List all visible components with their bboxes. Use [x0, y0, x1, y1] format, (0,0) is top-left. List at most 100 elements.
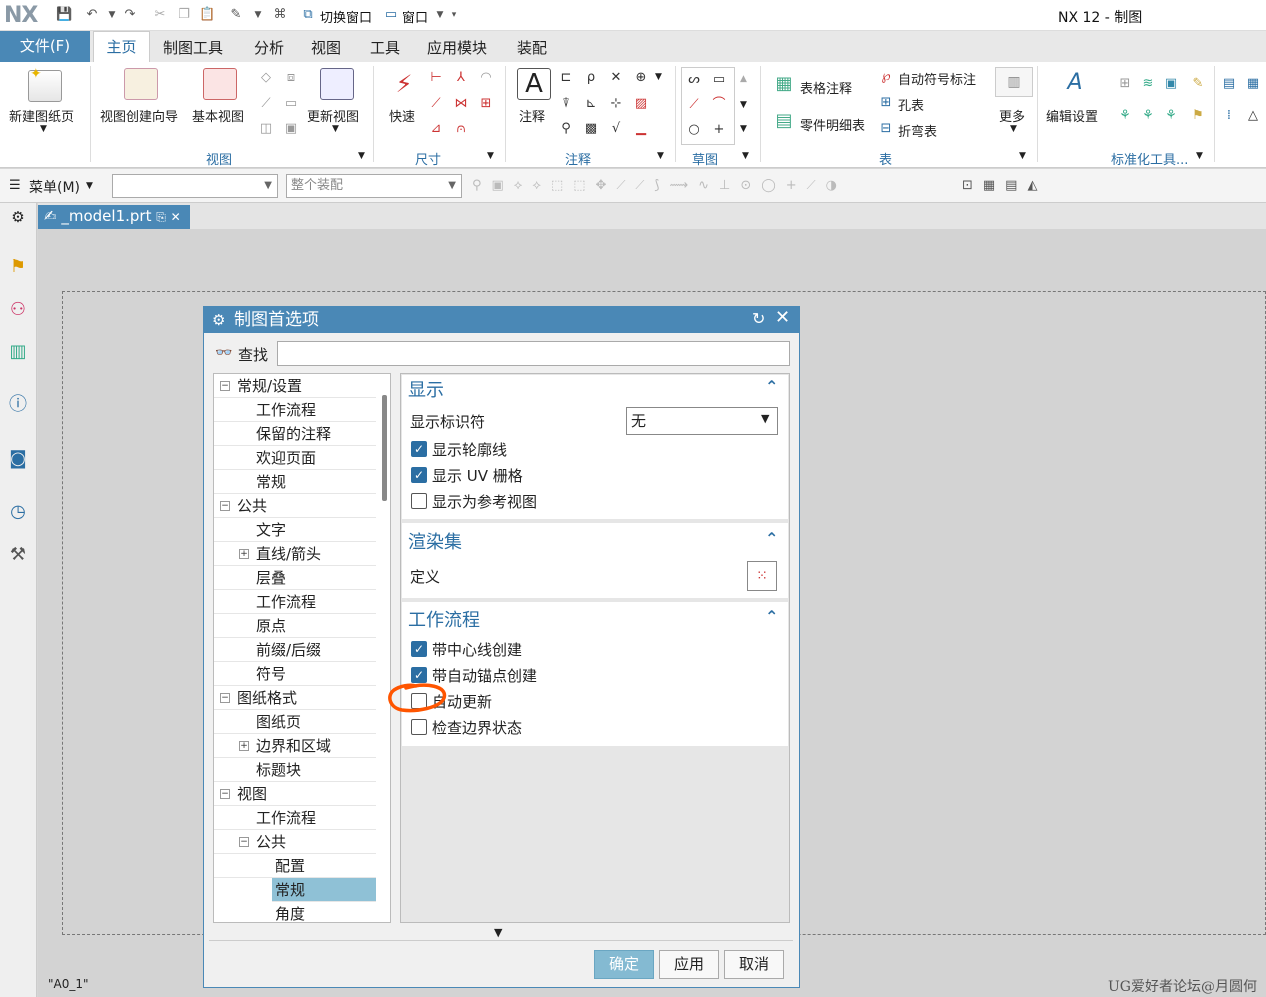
update-view-button[interactable]: 更新视图: [307, 106, 359, 125]
chevron-down-icon[interactable]: ▼: [40, 124, 47, 134]
parts-list-button[interactable]: 零件明细表: [800, 115, 865, 134]
show-silhouette-checkbox[interactable]: ✓: [411, 441, 427, 457]
tree-item[interactable]: 图纸页: [214, 710, 376, 734]
tree-item[interactable]: 工作流程: [214, 806, 376, 830]
view-break-icon[interactable]: ◫: [258, 121, 274, 137]
tree-scrollbar[interactable]: [382, 395, 387, 501]
window-icon[interactable]: ▭: [383, 7, 399, 23]
base-view-icon[interactable]: [203, 68, 237, 100]
extra-tool-3-icon[interactable]: ⁞: [1221, 108, 1237, 124]
collapse-icon[interactable]: −: [220, 789, 230, 799]
workflow-section-title[interactable]: 工作流程: [408, 606, 480, 632]
break-view-icon[interactable]: ▭: [283, 96, 299, 112]
expand-more-icon[interactable]: ▼: [494, 926, 502, 939]
show-uv-grid-checkbox[interactable]: ✓: [411, 467, 427, 483]
indicator-select[interactable]: 无: [626, 407, 778, 435]
std-tool-6-icon[interactable]: ⚘: [1140, 108, 1156, 124]
tree-item[interactable]: 保留的注释: [214, 422, 376, 446]
hole-table-icon[interactable]: ⊞: [878, 95, 894, 111]
table-note-icon[interactable]: ▦: [773, 75, 795, 98]
arc-length-icon[interactable]: ⩀: [453, 121, 469, 137]
datum-icon[interactable]: ✕: [608, 70, 624, 86]
history-icon[interactable]: ◷: [6, 500, 30, 524]
chevron-down-icon[interactable]: ▼: [358, 151, 365, 161]
redo-icon[interactable]: ↷: [122, 7, 138, 23]
command-finder-icon[interactable]: ⌘: [272, 7, 288, 23]
tab-application[interactable]: 应用模块: [427, 37, 487, 58]
apply-button[interactable]: 应用: [659, 950, 719, 979]
broken-out-icon[interactable]: ▣: [283, 121, 299, 137]
with-anchor-checkbox[interactable]: ✓: [411, 667, 427, 683]
parts-list-icon[interactable]: ▤: [773, 112, 795, 135]
chevron-down-icon[interactable]: ▼: [332, 124, 339, 134]
bend-table-icon[interactable]: ⊟: [878, 121, 894, 137]
tab-view[interactable]: 视图: [311, 37, 341, 58]
table-note-button[interactable]: 表格注释: [800, 78, 852, 97]
target-icon[interactable]: ⊕: [633, 70, 649, 86]
web-browser-icon[interactable]: ◙: [6, 447, 30, 471]
menu-icon[interactable]: ☰: [9, 178, 21, 193]
chevron-down-icon[interactable]: ▼: [655, 72, 662, 82]
tree-item[interactable]: − 常规/设置: [214, 374, 376, 398]
auto-balloon-button[interactable]: 自动符号标注: [898, 69, 976, 88]
thickness-dim-icon[interactable]: ⊿: [428, 121, 444, 137]
undo-icon[interactable]: ↶: [84, 7, 100, 23]
tree-item[interactable]: 原点: [214, 614, 376, 638]
edit-settings-button[interactable]: 编辑设置: [1046, 106, 1098, 125]
tree-item[interactable]: 工作流程: [214, 398, 376, 422]
close-icon[interactable]: ✕: [775, 307, 790, 328]
section-view-icon[interactable]: ⟋: [258, 96, 274, 112]
note-icon[interactable]: A: [517, 68, 551, 100]
file-tab[interactable]: 文件(F): [0, 31, 90, 62]
balloon-icon[interactable]: ρ: [583, 70, 599, 86]
chamfer-dim-icon[interactable]: ⋈: [453, 96, 469, 112]
collapse-icon[interactable]: −: [220, 501, 230, 511]
touch-mode-icon[interactable]: ✎: [228, 7, 244, 23]
note-button[interactable]: 注释: [519, 106, 545, 125]
save-icon[interactable]: 💾: [56, 7, 72, 23]
std-tool-1-icon[interactable]: ⊞: [1117, 76, 1133, 92]
magnifier-icon[interactable]: ⚲: [558, 121, 574, 137]
part-navigator-icon[interactable]: ⚑: [6, 255, 30, 279]
more-icon[interactable]: ▥: [995, 67, 1033, 97]
document-tab[interactable]: ✍ _model1.prt ⎘ ✕: [38, 205, 190, 229]
tree-item[interactable]: 配置: [214, 854, 376, 878]
quick-dimension-button[interactable]: 快速: [389, 106, 415, 125]
gear-icon[interactable]: ⚙: [6, 205, 30, 229]
tab-drafting-tools[interactable]: 制图工具: [163, 37, 223, 58]
line-icon[interactable]: ⟋: [686, 97, 702, 113]
view-tool-icons[interactable]: ⊡▦▤◭: [962, 178, 1047, 193]
scope-combo[interactable]: 整个装配 ▼: [286, 174, 462, 198]
window-menu-button[interactable]: 窗口: [402, 7, 428, 26]
edit-settings-icon[interactable]: A: [1058, 67, 1092, 99]
point-icon[interactable]: +: [711, 122, 727, 138]
chevron-down-icon[interactable]: ▼: [1196, 151, 1203, 161]
assembly-navigator-icon[interactable]: ⚇: [6, 298, 30, 322]
chevron-down-icon[interactable]: ▼: [657, 151, 664, 161]
view-wizard-icon[interactable]: [124, 68, 158, 100]
projected-view-icon[interactable]: ◇: [258, 70, 274, 86]
hole-table-button[interactable]: 孔表: [898, 95, 924, 114]
std-tool-3-icon[interactable]: ▣: [1163, 76, 1179, 92]
chevron-down-icon[interactable]: ▼: [740, 100, 747, 110]
chevron-down-icon[interactable]: ▼: [1010, 124, 1017, 134]
cancel-button[interactable]: 取消: [724, 950, 784, 979]
ordinate-dim-icon[interactable]: ⊞: [478, 96, 494, 112]
expand-icon[interactable]: +: [239, 741, 249, 751]
switch-window-icon[interactable]: ⧉: [300, 7, 316, 23]
linear-dim-icon[interactable]: ⊢: [428, 70, 444, 86]
ok-button[interactable]: 确定: [594, 950, 654, 979]
snap-point-icons[interactable]: ⚲▣⟡⟡⬚⬚✥⟋⟋⟆⟿∿⊥⊙◯+⟋◑: [472, 178, 952, 193]
display-section-title[interactable]: 显示: [408, 376, 444, 402]
tree-item[interactable]: 文字: [214, 518, 376, 542]
tree-item[interactable]: 工作流程: [214, 590, 376, 614]
with-centerline-checkbox[interactable]: ✓: [411, 641, 427, 657]
reset-icon[interactable]: ↻: [752, 309, 765, 328]
scroll-up-icon[interactable]: ▲: [740, 74, 747, 84]
collapse-icon[interactable]: ⌃: [765, 529, 778, 548]
chevron-down-icon[interactable]: ▼: [86, 181, 93, 191]
collapse-icon[interactable]: −: [220, 381, 230, 391]
info-icon[interactable]: ⓘ: [6, 393, 30, 417]
std-tool-5-icon[interactable]: ⚘: [1117, 108, 1133, 124]
tree-item[interactable]: 标题块: [214, 758, 376, 782]
